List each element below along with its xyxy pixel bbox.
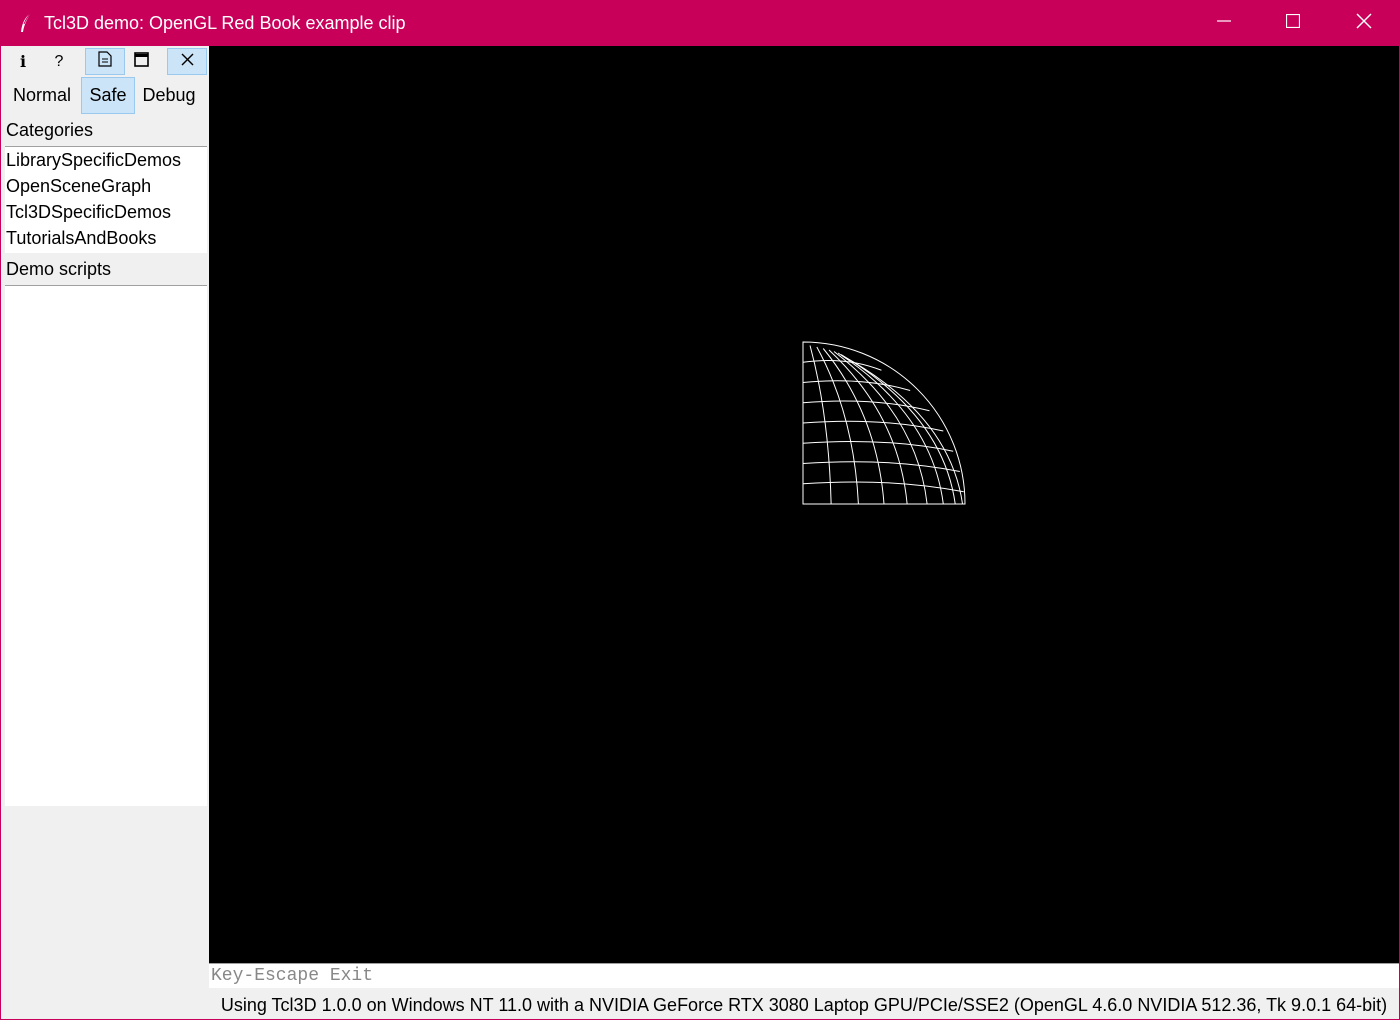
list-item[interactable]: OpenSceneGraph: [5, 173, 207, 199]
app-window: Tcl3D demo: OpenGL Red Book example clip…: [0, 0, 1400, 1020]
help-icon: ?: [54, 52, 64, 70]
clipped-sphere-wireframe: [802, 341, 966, 505]
title-bar[interactable]: Tcl3D demo: OpenGL Red Book example clip: [1, 1, 1400, 46]
exit-button[interactable]: [167, 48, 207, 75]
system-info: Using Tcl3D 1.0.0 on Windows NT 11.0 wit…: [220, 995, 1388, 1015]
list-item[interactable]: LibrarySpecificDemos: [5, 147, 207, 173]
wire-line: [816, 346, 859, 505]
mode-normal-button[interactable]: Normal: [7, 77, 77, 114]
demo-scripts-list[interactable]: [5, 285, 207, 806]
list-item[interactable]: TutorialsAndBooks: [5, 225, 207, 251]
window-icon: [133, 51, 149, 72]
opengl-canvas[interactable]: [209, 46, 1399, 963]
categories-list[interactable]: LibrarySpecificDemos OpenSceneGraph Tcl3…: [5, 146, 207, 253]
info-button[interactable]: i: [3, 48, 43, 75]
categories-label: Categories: [6, 120, 94, 140]
document-icon: [98, 51, 112, 72]
mode-debug-button[interactable]: Debug: [137, 77, 201, 114]
close-window-button[interactable]: [1329, 1, 1399, 46]
minimize-button[interactable]: [1189, 1, 1259, 46]
wire-line: [802, 440, 954, 452]
key-hint-field: Key-Escape Exit: [209, 963, 1399, 988]
mode-safe-button[interactable]: Safe: [81, 77, 135, 114]
window-button[interactable]: [121, 48, 161, 75]
minimize-icon: [1217, 14, 1231, 33]
feather-icon: [17, 12, 35, 34]
source-button[interactable]: [85, 48, 125, 75]
maximize-icon: [1285, 13, 1301, 33]
list-item[interactable]: Tcl3DSpecificDemos: [5, 199, 207, 225]
close-icon: [1356, 13, 1372, 34]
wire-line: [802, 420, 944, 432]
window-title: Tcl3D demo: OpenGL Red Book example clip: [44, 13, 406, 33]
wire-line: [822, 348, 885, 505]
sidebar: i ? Normal Safe Debug Categories Library…: [3, 46, 209, 1019]
info-icon: i: [19, 52, 27, 71]
maximize-button[interactable]: [1258, 1, 1328, 46]
help-button[interactable]: ?: [39, 48, 79, 75]
wire-line: [802, 461, 960, 472]
close-icon: [181, 53, 194, 71]
demo-scripts-label: Demo scripts: [6, 259, 112, 279]
